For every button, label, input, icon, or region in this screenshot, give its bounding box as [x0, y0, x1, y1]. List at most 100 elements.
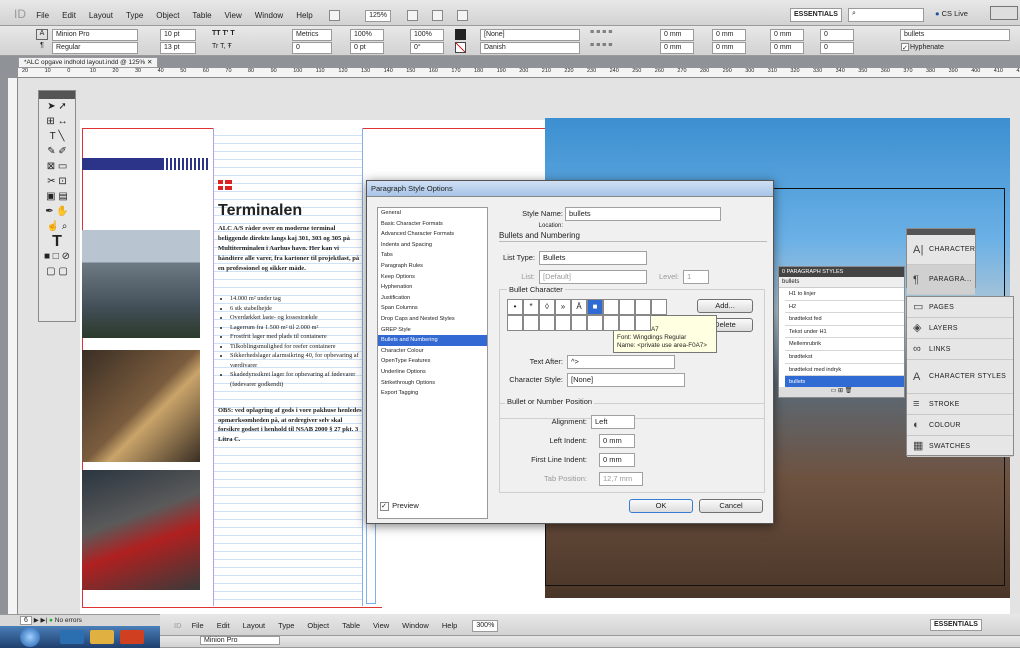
drop-cap-input[interactable]: 0 [820, 29, 854, 41]
preview-checkbox[interactable]: ✓ Preview [379, 501, 419, 511]
bullet-glyph-cell[interactable] [619, 299, 635, 315]
paragraph-style-item[interactable]: brødtekst med indryk [785, 364, 904, 377]
menu2-object[interactable]: Object [307, 621, 329, 630]
category-item[interactable]: Span Columns [378, 303, 487, 314]
side-panel-tab[interactable]: ◈ LAYERS [907, 318, 1013, 339]
zoom-select[interactable]: 125% [365, 9, 392, 22]
menu2-edit[interactable]: Edit [217, 621, 230, 630]
frame-tool-icon[interactable]: ⊠ ▭ [39, 159, 75, 174]
bullet-glyph-cell[interactable]: • [507, 299, 523, 315]
category-item[interactable]: Export Tagging [378, 388, 487, 399]
drop-cap-chars-input[interactable]: 0 [820, 42, 854, 54]
language-select[interactable]: Danish [480, 42, 580, 54]
category-item[interactable]: Basic Character Formats [378, 219, 487, 230]
menu-help[interactable]: Help [296, 11, 312, 20]
bridge-icon[interactable] [328, 10, 340, 22]
paragraph-panel-tab[interactable]: ¶ PARAGRA... [907, 265, 975, 295]
dialog-titlebar[interactable]: Paragraph Style Options [367, 181, 773, 197]
bullet-glyph-cell[interactable] [651, 299, 667, 315]
fill-swatch-icon[interactable] [455, 29, 466, 40]
bullet-glyph-cell[interactable]: * [523, 299, 539, 315]
bullet-glyph-cell[interactable] [571, 315, 587, 331]
close-tab-icon[interactable]: ✕ [147, 59, 152, 66]
apply-color-icon[interactable]: ■ □ ⊘ [39, 249, 75, 264]
paragraph-style-select[interactable]: bullets [900, 29, 1010, 41]
last-indent-input[interactable]: 0 mm [712, 42, 746, 54]
bullet-glyph-cell[interactable] [635, 299, 651, 315]
bullet-glyph-cell[interactable] [603, 315, 619, 331]
paragraph-style-item[interactable]: H1 to linjer [785, 288, 904, 301]
hand-zoom-tool-icon[interactable]: ☝ ⌕ [39, 219, 75, 234]
page-tool-icon[interactable]: ⊞ ↔ [39, 114, 75, 129]
side-panel-tab[interactable]: A CHARACTER STYLES [907, 360, 1013, 394]
page-number-input[interactable]: 6 [20, 615, 32, 625]
category-item[interactable]: Indents and Spacing [378, 240, 487, 251]
media-icon[interactable] [120, 630, 144, 644]
ie-icon[interactable] [60, 630, 84, 644]
new-style-icon[interactable]: ⊞ [838, 388, 843, 394]
category-item[interactable]: OpenType Features [378, 356, 487, 367]
cancel-button[interactable]: Cancel [699, 499, 763, 513]
menu2-file[interactable]: File [192, 621, 204, 630]
fill-stroke-icon[interactable]: T [39, 234, 75, 250]
start-orb-icon[interactable] [20, 627, 40, 647]
pen-tool-icon[interactable]: ✎ ✐ [39, 144, 75, 159]
menu2-layout[interactable]: Layout [243, 621, 266, 630]
category-item[interactable]: Hyphenation [378, 282, 487, 293]
hscale-input[interactable]: 100% [410, 29, 444, 41]
justify-buttons[interactable]: ≡≡≡≡ [590, 42, 614, 49]
zoom2-select[interactable]: 300% [472, 620, 499, 632]
first-indent-input[interactable]: 0 mm [660, 42, 694, 54]
menu2-view[interactable]: View [373, 621, 389, 630]
char-style-select[interactable]: [None] [480, 29, 580, 41]
right-indent-input[interactable]: 0 mm [712, 29, 746, 41]
hyphenate-checkbox[interactable]: ✓ Hyphenate [900, 43, 944, 52]
cs-live-button[interactable]: ● CS Live [935, 9, 968, 18]
help-search-input[interactable]: ⌕ [848, 8, 924, 22]
bullet-glyph-cell[interactable] [635, 315, 651, 331]
category-item[interactable]: General [378, 208, 487, 219]
tools-panel-header[interactable] [39, 91, 75, 99]
menu-type[interactable]: Type [126, 11, 143, 20]
bullet-glyph-cell[interactable]: Ä [571, 299, 587, 315]
menu-window[interactable]: Window [255, 11, 283, 20]
paragraph-style-item[interactable]: H2 [785, 301, 904, 314]
window-controls[interactable] [990, 6, 1018, 20]
tab-position-input[interactable]: 12,7 mm [599, 472, 643, 486]
category-item[interactable]: Underline Options [378, 367, 487, 378]
paragraph-style-item[interactable]: Tekst under H1 [785, 326, 904, 339]
menu-file[interactable]: File [36, 11, 49, 20]
space-after-input[interactable]: 0 mm [770, 42, 804, 54]
scissors-tool-icon[interactable]: ✂ ⊡ [39, 174, 75, 189]
caps-toggles[interactable]: TT T' T [212, 30, 235, 37]
category-item[interactable]: Character Colour [378, 346, 487, 357]
category-item[interactable]: Bullets and Numbering [378, 335, 487, 346]
view-options-icon[interactable] [407, 10, 419, 22]
menu-edit[interactable]: Edit [62, 11, 76, 20]
bullet-glyph-cell[interactable] [603, 299, 619, 315]
skew-input[interactable]: 0° [410, 42, 444, 54]
paragraph-style-item[interactable]: brødtekst fed [785, 313, 904, 326]
add-bullet-button[interactable]: Add... [697, 299, 753, 313]
new-group-icon[interactable]: ▭ [831, 388, 837, 394]
bullet-glyph-cell[interactable] [523, 315, 539, 331]
side-panel-tab[interactable]: ∞ LINKS [907, 339, 1013, 360]
stroke-swatch-icon[interactable] [455, 42, 466, 53]
category-item[interactable]: Justification [378, 293, 487, 304]
category-item[interactable]: Keep Options [378, 272, 487, 283]
alignment-select[interactable]: Left [591, 415, 635, 429]
bullet-glyph-cell[interactable]: ■ [587, 299, 603, 315]
space-before-input[interactable]: 0 mm [770, 29, 804, 41]
arrange-icon[interactable] [457, 10, 469, 22]
type-tool-icon[interactable]: T ╲ [39, 129, 75, 144]
bullet-glyph-cell[interactable]: ◊ [539, 299, 555, 315]
page-nav-icon[interactable]: ▶ ▶| [34, 617, 48, 624]
menu2-help[interactable]: Help [442, 621, 457, 630]
eyedropper-tool-icon[interactable]: ✒ ✋ [39, 204, 75, 219]
side-panel-tab[interactable]: ▦ SWATCHES [907, 436, 1013, 457]
bullet-glyph-cell[interactable] [507, 315, 523, 331]
delete-style-icon[interactable]: 🗑 [845, 388, 853, 394]
workspace2-switcher[interactable]: ESSENTIALS [930, 619, 982, 631]
category-item[interactable]: Advanced Character Formats [378, 229, 487, 240]
menu2-table[interactable]: Table [342, 621, 360, 630]
